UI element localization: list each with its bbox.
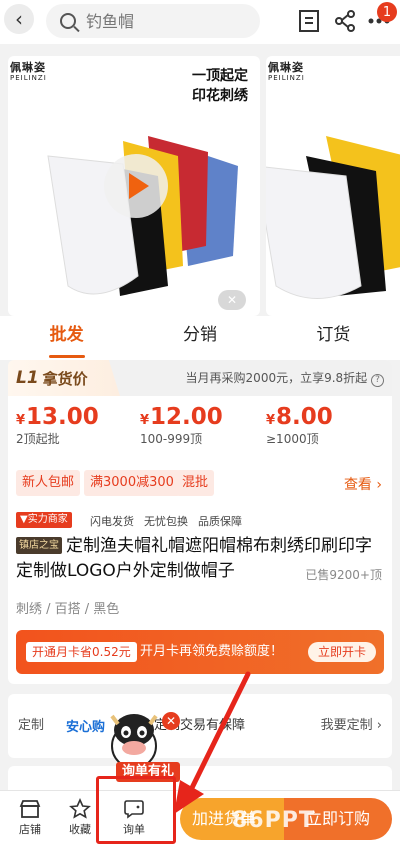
promo-tag: 新人包邮	[16, 470, 81, 496]
product-attributes: 刺绣 / 百搭 / 黑色	[16, 602, 120, 617]
list-icon[interactable]	[296, 8, 322, 34]
header: ‹ 1	[0, 0, 400, 44]
help-icon[interactable]: ?	[371, 374, 384, 387]
see-more-link[interactable]: 查看 ›	[344, 474, 382, 494]
member-text: 开月卡再领免费赊额度！	[140, 644, 284, 659]
sold-count: 已售9200+顶	[305, 568, 382, 582]
member-saving: 开通月卡省0.52元	[26, 642, 137, 662]
search-input[interactable]	[86, 11, 236, 31]
mute-icon[interactable]: ✕	[218, 290, 246, 310]
search-box[interactable]	[46, 4, 260, 38]
chevron-right-icon: ›	[376, 477, 382, 493]
shop-button[interactable]: 店铺	[8, 797, 52, 837]
share-icon[interactable]	[332, 8, 358, 34]
purchase-mode-tabs: 批发 分销 订货	[0, 316, 400, 360]
annotation-arrow	[174, 671, 251, 814]
annotation-highlight-box	[96, 776, 176, 844]
customization-label: 定制	[18, 718, 45, 733]
promo-text: 一顶起定 印花刺绣	[192, 68, 248, 104]
notification-badge: 1	[377, 2, 397, 22]
watermark: 86PPT	[232, 808, 315, 833]
play-video-button[interactable]	[104, 154, 168, 218]
tab-order[interactable]: 订货	[267, 316, 400, 360]
promo-tag: 满3000减300	[84, 470, 180, 496]
shop-badge: 镇店之宝	[16, 537, 62, 554]
customize-link[interactable]: 我要定制 ›	[321, 694, 382, 758]
cow-mascot-icon[interactable]	[104, 706, 164, 770]
service-item: 无忧包换	[144, 515, 188, 528]
chevron-right-icon: ›	[376, 718, 382, 733]
price-card: L1 拿货价 当月再采购2000元，立享9.8折起 ? ¥13.00 2顶起批 ¥…	[8, 360, 392, 684]
price-tier-3: ¥8.00 ≥1000顶	[266, 404, 333, 446]
store-icon	[8, 797, 52, 821]
shield-icon: ▼	[20, 514, 28, 525]
promo-tag: 混批	[176, 470, 215, 496]
level-label: L1 拿货价	[8, 360, 120, 396]
price-tier-2: ¥12.00 100-999顶	[140, 404, 223, 446]
brand-logo: 佩琳姿 PEILINZI	[10, 61, 47, 82]
product-hats-image-2	[266, 136, 400, 299]
assurance-brand: 安心购	[66, 720, 106, 735]
play-icon	[129, 173, 149, 199]
chevron-left-icon: ‹	[15, 7, 23, 31]
gallery-slide-2[interactable]: 佩琳姿 PEILINZI	[266, 56, 400, 316]
open-card-button[interactable]: 立即开卡	[307, 642, 376, 662]
level-tip[interactable]: 当月再采购2000元，立享9.8折起 ?	[186, 360, 384, 396]
service-item: 闪电发货	[90, 515, 134, 528]
tab-distribution[interactable]: 分销	[133, 316, 266, 360]
tab-wholesale[interactable]: 批发	[0, 316, 133, 360]
level-bar: L1 拿货价 当月再采购2000元，立享9.8折起 ?	[8, 360, 392, 396]
gallery-slide-video[interactable]: 佩琳姿 PEILINZI 一顶起定 印花刺绣 ✕	[8, 56, 260, 316]
price-tier-1: ¥13.00 2顶起批	[16, 404, 99, 446]
search-icon	[60, 13, 76, 29]
merchant-badge: ▼实力商家	[16, 512, 72, 528]
back-button[interactable]: ‹	[4, 4, 34, 34]
brand-logo-2: 佩琳姿 PEILINZI	[268, 61, 305, 82]
image-gallery[interactable]: 佩琳姿 PEILINZI 一顶起定 印花刺绣 ✕ 佩琳姿 PEILINZI	[0, 44, 400, 316]
service-item: 品质保障	[198, 515, 242, 528]
